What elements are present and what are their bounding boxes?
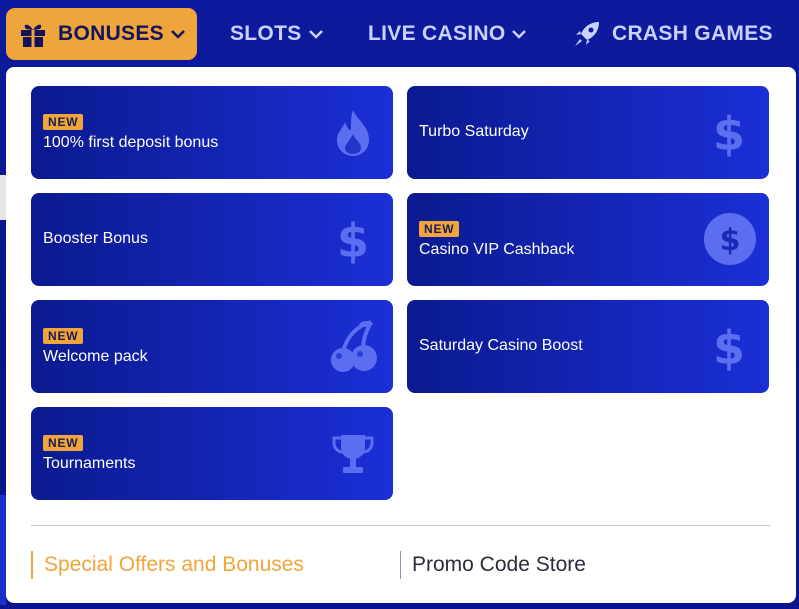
bonuses-dropdown-panel: NEW 100% first deposit bonus Turbo Satur…	[6, 67, 796, 603]
chevron-down-icon	[170, 26, 186, 42]
bonus-card-title: Tournaments	[43, 455, 136, 472]
bonus-card-title: Booster Bonus	[43, 230, 148, 247]
new-badge: NEW	[43, 328, 84, 344]
dollar-coin-icon: $	[703, 212, 757, 266]
bonus-card-title: Welcome pack	[43, 348, 148, 365]
nav-label: SLOTS	[230, 22, 302, 45]
chevron-down-icon	[308, 26, 324, 42]
svg-text:$: $	[713, 322, 745, 372]
bonus-card-saturday-boost[interactable]: Saturday Casino Boost $	[407, 300, 769, 393]
top-nav: BONUSES SLOTS LIVE CASINO CRASH GAMES	[0, 0, 799, 66]
dollar-icon: $	[707, 108, 751, 158]
fire-icon	[331, 108, 375, 158]
bonus-card-title: Casino VIP Cashback	[419, 241, 575, 258]
bonus-card-title: 100% first deposit bonus	[43, 134, 219, 151]
svg-text:$: $	[720, 223, 741, 258]
bonus-card-vip-cashback[interactable]: NEW Casino VIP Cashback $	[407, 193, 769, 286]
bonus-card-title: Turbo Saturday	[419, 123, 529, 140]
new-badge: NEW	[43, 114, 84, 130]
nav-item-live-casino[interactable]: LIVE CASINO	[368, 8, 527, 60]
nav-label: LIVE CASINO	[368, 22, 506, 45]
bonus-card-tournaments[interactable]: NEW Tournaments	[31, 407, 393, 500]
gift-icon	[18, 19, 48, 49]
bonus-card-booster[interactable]: Booster Bonus $	[31, 193, 393, 286]
nav-label: CRASH GAMES	[612, 22, 773, 45]
svg-text:$: $	[337, 215, 369, 265]
bonus-card-turbo-saturday[interactable]: Turbo Saturday $	[407, 86, 769, 179]
special-offers-link[interactable]: Special Offers and Bonuses	[31, 551, 304, 579]
bonus-card-title: Saturday Casino Boost	[419, 337, 583, 354]
new-badge: NEW	[419, 221, 460, 237]
dollar-icon: $	[707, 322, 751, 372]
rocket-icon	[572, 19, 602, 49]
nav-label: BONUSES	[58, 22, 164, 45]
bonus-card-welcome-pack[interactable]: NEW Welcome pack	[31, 300, 393, 393]
nav-item-slots[interactable]: SLOTS	[230, 8, 324, 60]
nav-item-bonuses[interactable]: BONUSES	[6, 8, 197, 60]
chevron-down-icon	[511, 26, 527, 42]
new-badge: NEW	[43, 435, 84, 451]
trophy-icon	[331, 429, 375, 479]
bonus-card-first-deposit[interactable]: NEW 100% first deposit bonus	[31, 86, 393, 179]
divider	[31, 525, 770, 526]
cherries-icon	[329, 318, 379, 374]
nav-item-crash-games[interactable]: CRASH GAMES	[572, 8, 773, 60]
dollar-icon: $	[331, 215, 375, 265]
svg-text:$: $	[713, 108, 745, 158]
promo-code-store-link[interactable]: Promo Code Store	[400, 551, 586, 579]
